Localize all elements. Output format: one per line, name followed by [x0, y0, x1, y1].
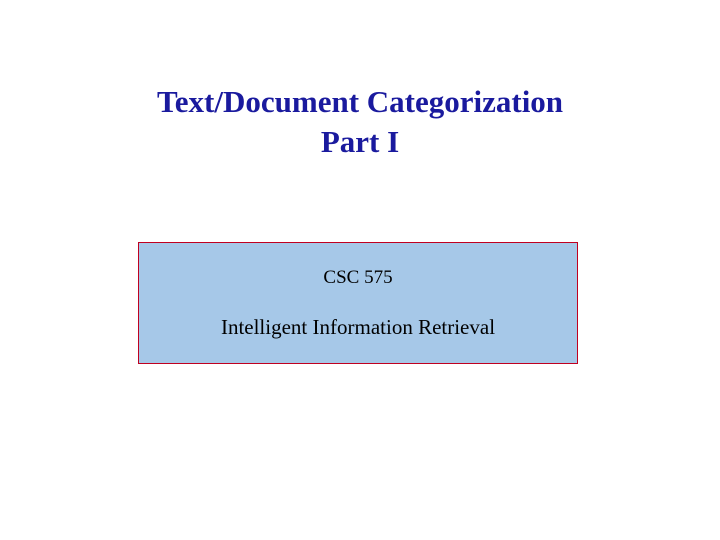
- course-code: CSC 575: [323, 267, 392, 289]
- title-line-1: Text/Document Categorization: [0, 82, 720, 122]
- course-name: Intelligent Information Retrieval: [221, 315, 495, 340]
- title-line-2: Part I: [0, 122, 720, 162]
- course-info-box: CSC 575 Intelligent Information Retrieva…: [138, 242, 578, 364]
- slide-title: Text/Document Categorization Part I: [0, 82, 720, 163]
